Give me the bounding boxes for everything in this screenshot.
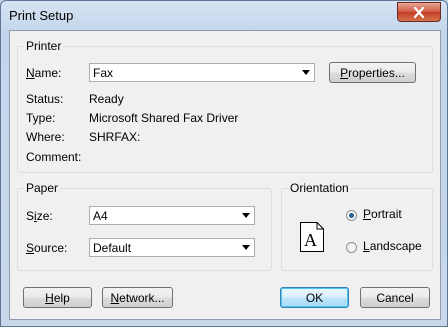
type-value: Microsoft Shared Fax Driver	[89, 111, 239, 125]
cancel-button[interactable]: Cancel	[360, 287, 430, 308]
ok-button[interactable]: OK	[280, 287, 349, 308]
window-title: Print Setup	[9, 8, 74, 23]
chevron-down-icon	[242, 245, 250, 250]
orientation-group: Orientation A Portrait Landscape	[281, 181, 433, 271]
portrait-page-icon: A	[300, 222, 324, 252]
portrait-radio[interactable]	[346, 210, 357, 221]
orientation-group-title: Orientation	[288, 181, 351, 195]
printer-name-select[interactable]: Fax	[89, 63, 315, 82]
portrait-label[interactable]: Portrait	[363, 207, 402, 221]
chevron-down-icon	[242, 213, 250, 218]
print-setup-window: Print Setup Printer Name: Fax Properties…	[0, 0, 448, 327]
status-value: Ready	[89, 92, 124, 106]
paper-source-value: Default	[93, 241, 132, 255]
cancel-button-label: Cancel	[376, 290, 414, 305]
name-label: Name:	[26, 66, 62, 80]
help-button[interactable]: Help	[23, 287, 92, 308]
paper-size-value: A4	[93, 209, 108, 223]
properties-button-label: Properties...	[340, 65, 405, 80]
properties-button[interactable]: Properties...	[329, 62, 416, 83]
close-icon	[413, 6, 425, 18]
size-label: Size:	[26, 209, 53, 223]
paper-group-title: Paper	[24, 181, 61, 195]
printer-name-value: Fax	[93, 66, 114, 80]
help-button-label: Help	[45, 290, 70, 305]
close-button[interactable]	[397, 2, 441, 22]
printer-group: Printer Name: Fax Properties... Status: …	[17, 39, 433, 173]
ok-button-label: OK	[305, 290, 324, 305]
network-button[interactable]: Network...	[102, 287, 173, 308]
landscape-label[interactable]: Landscape	[363, 239, 422, 253]
source-label: Source:	[26, 241, 68, 255]
title-bar[interactable]: Print Setup	[1, 1, 447, 31]
paper-size-select[interactable]: A4	[89, 206, 255, 225]
comment-label: Comment:	[26, 150, 82, 164]
chevron-down-icon	[302, 70, 310, 75]
type-label: Type:	[26, 111, 56, 125]
page-icon-letter: A	[304, 230, 317, 250]
paper-group: Paper Size: A4 Source: Default	[17, 181, 272, 271]
paper-source-select[interactable]: Default	[89, 238, 255, 257]
where-label: Where:	[26, 130, 65, 144]
printer-group-title: Printer	[24, 39, 64, 53]
landscape-radio[interactable]	[346, 242, 357, 253]
network-button-label: Network...	[110, 290, 165, 305]
status-label: Status:	[26, 92, 64, 106]
where-value: SHRFAX:	[89, 130, 141, 144]
dialog-body: Printer Name: Fax Properties... Status: …	[9, 30, 441, 320]
